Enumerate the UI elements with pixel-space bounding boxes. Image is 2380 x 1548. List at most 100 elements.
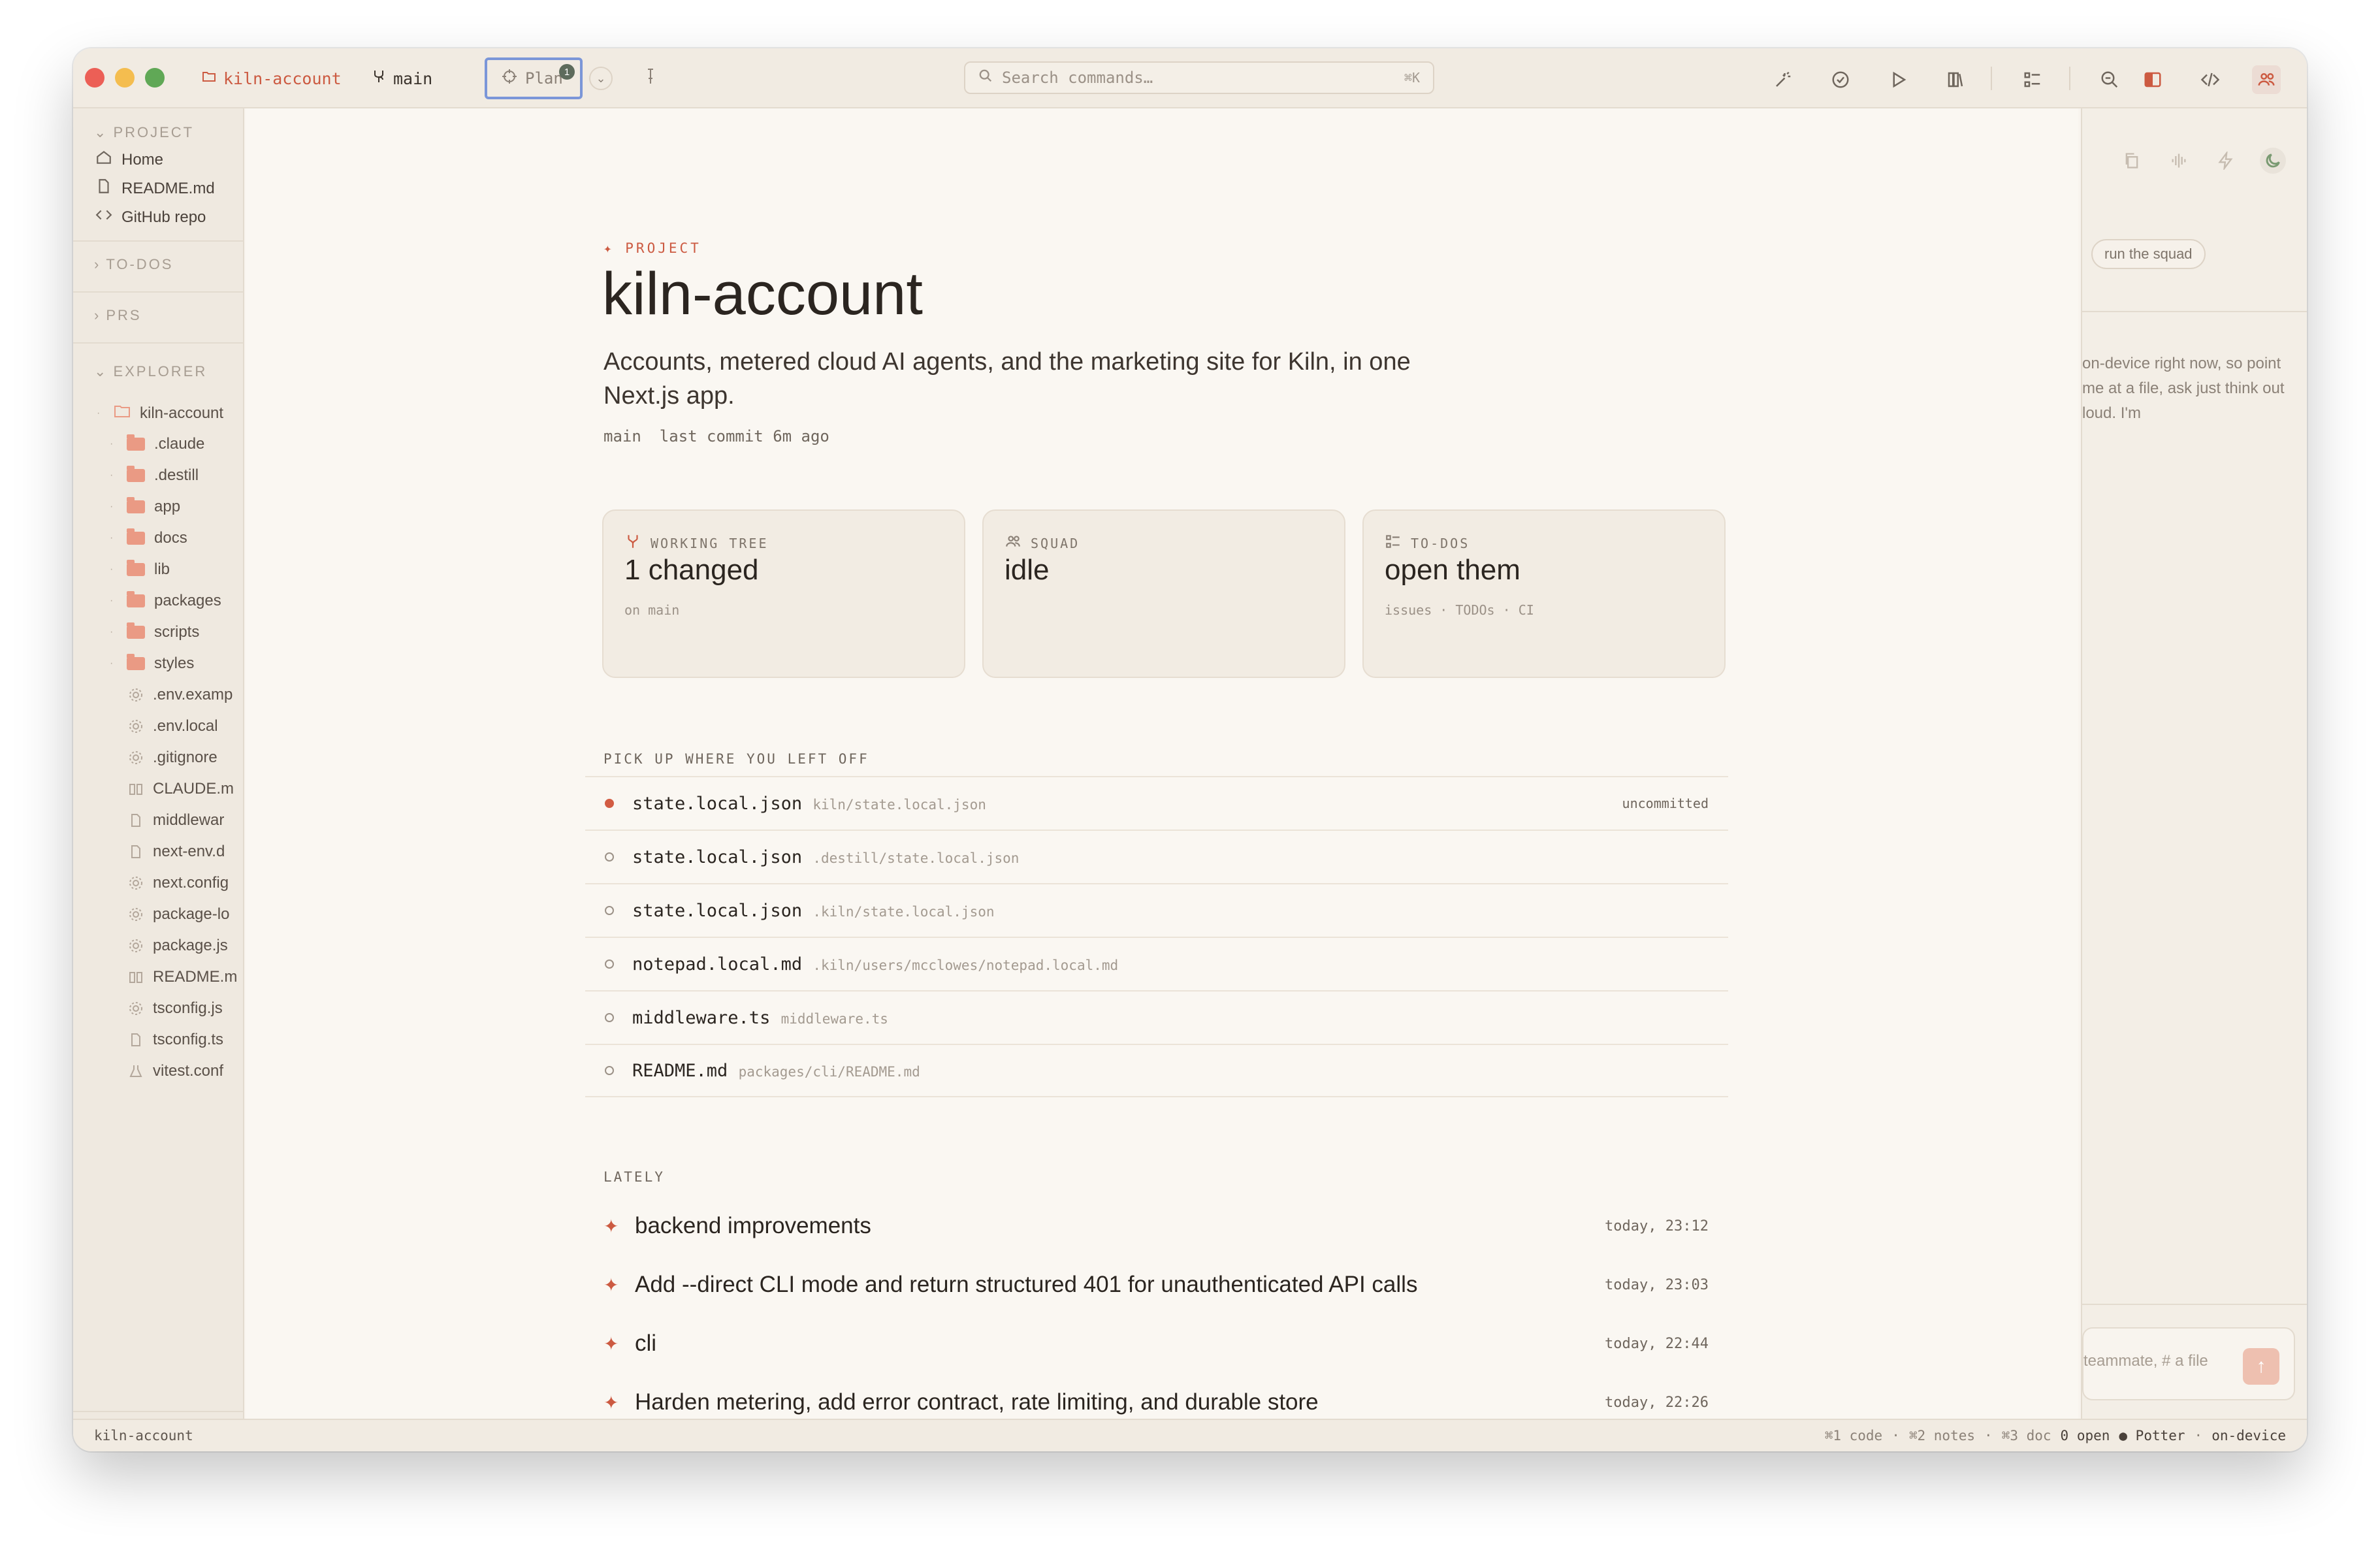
chevron-down-icon[interactable]: ⌄ xyxy=(589,67,613,90)
title-bar: kiln-account main Plan 1 ⌄ Search comman… xyxy=(73,48,2307,108)
close-window-button[interactable] xyxy=(85,68,105,88)
search-icon xyxy=(978,69,993,88)
sidebar-toggle-icon[interactable] xyxy=(2138,65,2167,94)
status-code-shortcut[interactable]: ⌘1 code xyxy=(1825,1428,1883,1443)
play-icon[interactable] xyxy=(1884,65,1912,94)
send-button[interactable]: ↑ xyxy=(2243,1348,2279,1385)
magic-wand-icon[interactable] xyxy=(1769,65,1797,94)
books-icon[interactable] xyxy=(1941,65,1970,94)
tree-file[interactable]: .env.examp xyxy=(128,686,233,704)
recent-file-row[interactable]: state.local.json kiln/state.local.json un… xyxy=(585,776,1728,830)
card-value: 1 changed xyxy=(624,554,759,586)
folder-outline-icon xyxy=(114,404,131,423)
checklist-icon[interactable] xyxy=(2018,65,2047,94)
zoom-window-button[interactable] xyxy=(145,68,165,88)
tree-file[interactable]: tsconfig.js xyxy=(128,999,223,1018)
plan-mode-button[interactable]: Plan 1 xyxy=(485,57,583,99)
tree-folder[interactable]: · docs xyxy=(110,528,187,547)
tree-folder[interactable]: · lib xyxy=(110,560,170,579)
code-icon[interactable] xyxy=(2196,65,2225,94)
status-doc-shortcut[interactable]: ⌘3 doc xyxy=(2002,1428,2051,1443)
activity-row[interactable]: ✦ cli today, 22:44 xyxy=(585,1314,1728,1373)
tree-file[interactable]: next-env.d xyxy=(128,843,225,861)
folder-icon xyxy=(127,560,145,576)
waveform-icon[interactable] xyxy=(2166,148,2192,174)
sparkle-icon: ✦ xyxy=(603,1216,619,1236)
zoom-icon[interactable] xyxy=(2095,65,2124,94)
recent-file-row[interactable]: notepad.local.md .kiln/users/mcclowes/no… xyxy=(585,937,1728,990)
chat-input-placeholder: teammate, # a file xyxy=(2083,1352,2208,1370)
recent-file-row[interactable]: middleware.ts middleware.ts xyxy=(585,990,1728,1044)
recent-file-row[interactable]: README.md packages/cli/README.md xyxy=(585,1044,1728,1097)
status-agent: ● Potter xyxy=(2119,1428,2185,1443)
tree-root-folder[interactable]: · kiln-account xyxy=(97,404,223,423)
moon-icon[interactable] xyxy=(2260,148,2286,174)
squad-card[interactable]: SQUAD idle xyxy=(982,509,1345,678)
tree-folder[interactable]: · styles xyxy=(110,654,194,673)
recent-file-name: state.local.json kiln/state.local.json xyxy=(632,793,986,814)
activity-row[interactable]: ✦ Add --direct CLI mode and return struct… xyxy=(585,1255,1728,1314)
status-bar: kiln-account ⌘1 code · ⌘2 notes · ⌘3 doc… xyxy=(73,1419,2307,1451)
todos-card[interactable]: TO-DOS open them issues · TODOs · CI xyxy=(1362,509,1726,678)
command-search-input[interactable]: Search commands… ⌘K xyxy=(964,61,1434,94)
meta-last-commit: last commit 6m ago xyxy=(659,427,829,445)
recent-file-path: .kiln/users/mcclowes/notepad.local.md xyxy=(812,957,1119,973)
run-squad-chip[interactable]: run the squad xyxy=(2091,239,2206,269)
code-icon xyxy=(95,206,112,228)
recent-file-path: .kiln/state.local.json xyxy=(812,903,995,920)
tree-file[interactable]: middlewar xyxy=(128,811,224,830)
tree-file[interactable]: README.m xyxy=(128,968,237,986)
home-icon xyxy=(95,149,112,170)
recent-file-row[interactable]: state.local.json .destill/state.local.js… xyxy=(585,830,1728,883)
copy-icon[interactable] xyxy=(2119,148,2145,174)
explorer-section-header[interactable]: ⌄ EXPLORER xyxy=(94,363,207,380)
folder-icon xyxy=(127,497,145,513)
working-tree-card[interactable]: WORKING TREE 1 changed on main xyxy=(602,509,965,678)
activity-time: today, 22:44 xyxy=(1605,1335,1709,1352)
check-circle-icon[interactable] xyxy=(1826,65,1855,94)
tree-file[interactable]: next.config xyxy=(128,874,229,892)
card-sub: on main xyxy=(624,602,680,618)
tree-file[interactable]: CLAUDE.m xyxy=(128,780,234,798)
tree-folder[interactable]: · app xyxy=(110,497,180,516)
recent-file-path: kiln/state.local.json xyxy=(812,796,986,813)
chat-input[interactable]: teammate, # a file ↑ xyxy=(2082,1327,2295,1400)
tree-file[interactable]: tsconfig.ts xyxy=(128,1031,223,1049)
activity-row[interactable]: ✦ Harden metering, add error contract, ra… xyxy=(585,1373,1728,1419)
people-icon[interactable] xyxy=(2252,65,2281,94)
minimize-window-button[interactable] xyxy=(115,68,135,88)
sidebar-item-home[interactable]: Home xyxy=(95,149,163,170)
repo-selector[interactable]: kiln-account xyxy=(201,48,342,108)
sidebar-item-github[interactable]: GitHub repo xyxy=(95,206,206,228)
tree-folder[interactable]: · packages xyxy=(110,591,221,610)
pin-icon[interactable] xyxy=(643,67,658,91)
pickup-header: PICK UP WHERE YOU LEFT OFF xyxy=(603,751,869,767)
assistant-message: on-device right now, so point me at a fi… xyxy=(2082,355,2285,422)
book-icon xyxy=(128,781,144,797)
sidebar-item-readme[interactable]: README.md xyxy=(95,178,215,199)
tree-file[interactable]: vitest.conf xyxy=(128,1062,223,1080)
status-location: on-device xyxy=(2211,1428,2286,1443)
recent-file-row[interactable]: state.local.json .kiln/state.local.json xyxy=(585,883,1728,937)
activity-row[interactable]: ✦ backend improvements today, 23:12 xyxy=(585,1197,1728,1255)
tree-folder[interactable]: · .claude xyxy=(110,434,204,453)
tree-file[interactable]: package-lo xyxy=(128,905,229,924)
lightning-icon[interactable] xyxy=(2213,148,2239,174)
tree-file[interactable]: package.js xyxy=(128,937,228,955)
tree-file[interactable]: .gitignore xyxy=(128,749,217,767)
tree-folder[interactable]: · scripts xyxy=(110,622,199,641)
checklist-icon xyxy=(1385,533,1402,553)
recent-file-name: README.md packages/cli/README.md xyxy=(632,1060,920,1081)
branch-name: main xyxy=(393,69,433,88)
tree-folder[interactable]: · .destill xyxy=(110,466,199,485)
file-icon xyxy=(128,1032,144,1048)
people-icon xyxy=(1005,533,1021,553)
project-section-header[interactable]: ⌄ PROJECT xyxy=(94,124,194,141)
status-dot xyxy=(605,959,614,969)
branch-selector[interactable]: main xyxy=(371,48,432,108)
todos-section-header[interactable]: › TO-DOS xyxy=(94,256,173,273)
status-notes-shortcut[interactable]: ⌘2 notes xyxy=(1909,1428,1975,1443)
search-shortcut: ⌘K xyxy=(1404,70,1420,86)
prs-section-header[interactable]: › PRS xyxy=(94,307,142,324)
tree-file[interactable]: .env.local xyxy=(128,717,218,735)
